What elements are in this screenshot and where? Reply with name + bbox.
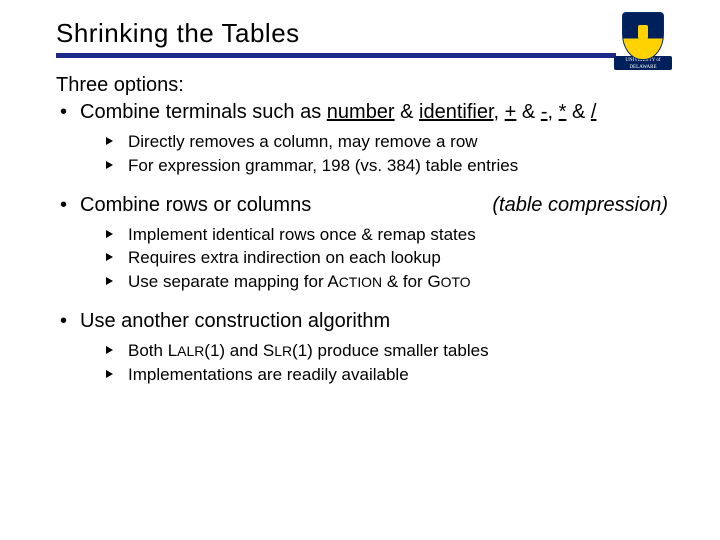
shield-icon (622, 12, 664, 60)
slide-title: Shrinking the Tables (56, 18, 672, 51)
b1-s1: , (494, 101, 505, 123)
b1-pre: Combine terminals such as (80, 101, 327, 123)
intro-text: Three options: (56, 74, 672, 97)
bullet-1-text: Combine terminals such as number & ident… (80, 101, 596, 123)
bullet-item-3: Use another construction algorithm Both … (56, 308, 672, 387)
sub-item: Implementations are readily available (106, 363, 672, 387)
sub-list-3: Both LALR(1) and SLR(1) produce smaller … (106, 339, 672, 387)
sub-item: Use separate mapping for ACTION & for GO… (106, 270, 672, 294)
bullet-2-aside: (table compression) (492, 194, 668, 216)
b1-a2: & (516, 101, 540, 123)
sub-list-2: Implement identical rows once & remap st… (106, 223, 672, 294)
logo-banner-line2: DELAWARE (629, 65, 656, 70)
bullet-3-text: Use another construction algorithm (80, 310, 390, 332)
b1-s2: , (547, 101, 558, 123)
b1-a1: & (395, 101, 419, 123)
bullet-list: Combine terminals such as number & ident… (56, 99, 672, 387)
title-underline (56, 53, 616, 58)
sub-item: Directly removes a column, may remove a … (106, 130, 672, 154)
sub-list-1: Directly removes a column, may remove a … (106, 130, 672, 178)
b1-u1: number (327, 101, 395, 123)
slide: UNIVERSITY of DELAWARE Shrinking the Tab… (0, 0, 720, 540)
sub-item: Requires extra indirection on each looku… (106, 246, 672, 270)
bullet-2-text: Combine rows or columns (80, 192, 311, 219)
university-logo: UNIVERSITY of DELAWARE (614, 12, 672, 80)
bullet-item-2: Combine rows or columns (table compressi… (56, 192, 672, 294)
sub-item: For expression grammar, 198 (vs. 384) ta… (106, 154, 672, 178)
b1-u3: + (505, 101, 517, 123)
bullet-item-1: Combine terminals such as number & ident… (56, 99, 672, 178)
sub-item: Both LALR(1) and SLR(1) produce smaller … (106, 339, 672, 363)
b1-u6: / (591, 101, 597, 123)
b1-a3: & (566, 101, 590, 123)
b1-u2: identifier (419, 101, 494, 123)
sub-item: Implement identical rows once & remap st… (106, 223, 672, 247)
